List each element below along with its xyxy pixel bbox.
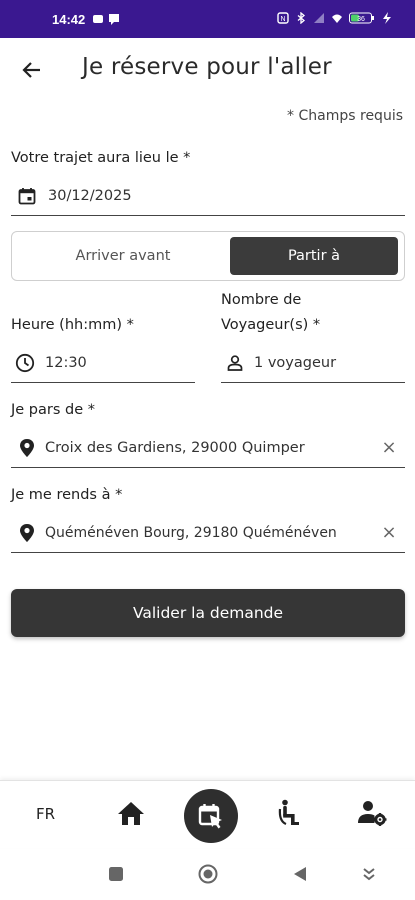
recents-button[interactable] — [106, 864, 126, 884]
from-label: Je pars de * — [11, 402, 96, 418]
home-icon — [118, 802, 144, 825]
battery-level: 36 — [357, 16, 365, 23]
system-navigation-bar — [0, 848, 415, 900]
status-notification-icons — [92, 13, 120, 25]
message-icon — [109, 14, 119, 25]
page-title: Je réserve pour l'aller — [82, 54, 332, 80]
location-pin-icon — [17, 438, 37, 458]
date-field[interactable]: 30/12/2025 — [11, 176, 405, 216]
svg-text:N: N — [280, 16, 285, 23]
booking-icon — [198, 804, 222, 829]
from-field[interactable]: Croix des Gardiens, 29000 Quimper × — [11, 428, 405, 468]
arrive-before-option[interactable]: Arriver avant — [18, 237, 228, 275]
triangle-back-icon — [294, 867, 306, 881]
status-time: 14:42 — [52, 12, 86, 27]
travelers-value: 1 voyageur — [254, 354, 337, 371]
arrival-departure-toggle: Arriver avant Partir à — [11, 231, 405, 281]
user-settings-icon — [358, 801, 387, 826]
to-field[interactable]: Quéménéven Bourg, 29180 Quéménéven × — [11, 513, 405, 553]
time-label: Heure (hh:mm) * — [11, 317, 134, 333]
clear-to-icon[interactable]: × — [379, 523, 399, 543]
date-label: Votre trajet aura lieu le * — [11, 150, 191, 166]
chevron-down-icon — [363, 868, 375, 881]
language-switch[interactable]: FR — [36, 805, 55, 823]
nav-home[interactable] — [113, 795, 149, 831]
back-button[interactable] — [18, 56, 46, 84]
square-icon — [109, 867, 123, 881]
location-pin-icon — [17, 523, 37, 543]
battery-icon: 36 — [349, 12, 374, 24]
back-system-button[interactable] — [290, 864, 310, 884]
arrow-left-icon — [22, 62, 40, 78]
travelers-label-line2: Voyageur(s) * — [221, 317, 321, 333]
app-header: Je réserve pour l'aller — [0, 38, 415, 100]
bottom-navigation: FR — [0, 780, 415, 848]
travelers-label-line1: Nombre de — [221, 292, 302, 308]
notification-icon — [93, 15, 103, 23]
nav-user-settings[interactable] — [354, 795, 390, 831]
bluetooth-icon — [297, 12, 306, 24]
signal-icon — [314, 13, 324, 23]
date-value: 30/12/2025 — [48, 187, 132, 204]
accessibility-icon — [278, 799, 299, 826]
circle-icon — [198, 864, 218, 884]
from-value: Croix des Gardiens, 29000 Quimper — [45, 439, 305, 456]
to-label: Je me rends à * — [11, 487, 123, 503]
to-value: Quéménéven Bourg, 29180 Quéménéven — [45, 524, 337, 541]
charging-icon — [383, 12, 391, 24]
nav-booking[interactable] — [184, 789, 238, 843]
person-icon — [225, 353, 245, 373]
submit-request-button[interactable]: Valider la demande — [11, 589, 405, 637]
wifi-icon — [332, 14, 342, 23]
hide-keyboard-button[interactable] — [359, 864, 379, 884]
status-bar: 14:42 N 36 — [0, 0, 415, 38]
nav-accessibility[interactable] — [273, 795, 309, 831]
depart-at-option[interactable]: Partir à — [230, 237, 398, 275]
home-system-button[interactable] — [198, 864, 218, 884]
travelers-field[interactable]: 1 voyageur — [221, 343, 405, 383]
status-system-icons: N 36 — [277, 12, 393, 24]
required-fields-note: * Champs requis — [287, 108, 403, 124]
clock-icon — [15, 353, 35, 373]
calendar-icon — [17, 186, 37, 206]
time-field[interactable]: 12:30 — [11, 343, 195, 383]
clear-from-icon[interactable]: × — [379, 438, 399, 458]
time-value: 12:30 — [45, 354, 87, 371]
nfc-icon: N — [277, 12, 289, 24]
